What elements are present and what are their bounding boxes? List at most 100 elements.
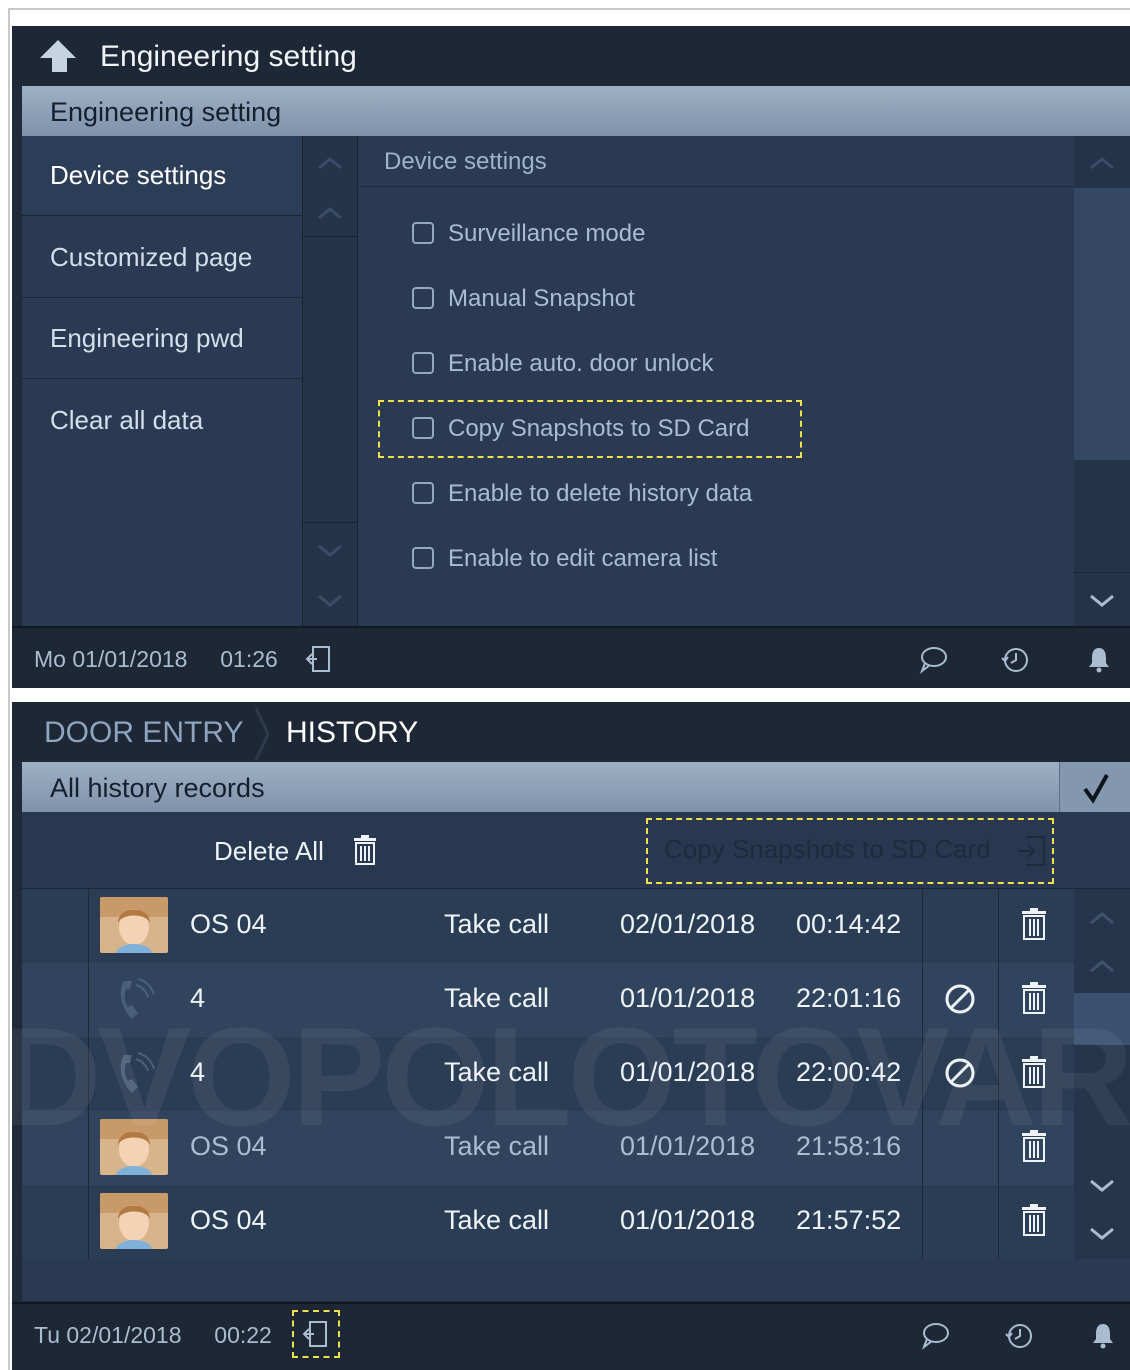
nav-item-customized-page[interactable]: Customized page bbox=[22, 218, 302, 298]
status-time: 01:26 bbox=[220, 646, 278, 672]
column-divider bbox=[88, 889, 89, 1259]
record-time: 22:01:16 bbox=[796, 983, 902, 1013]
record-action: Take call bbox=[444, 1131, 550, 1161]
section-header-label: Engineering setting bbox=[50, 97, 282, 127]
page-title: Engineering setting bbox=[100, 40, 357, 73]
status-bar: Tu 02/01/2018 00:22 bbox=[12, 1302, 1130, 1370]
chevron-down-icon[interactable] bbox=[317, 594, 343, 608]
column-divider bbox=[922, 889, 923, 1259]
door-exit-icon[interactable] bbox=[301, 1319, 331, 1349]
nav-item-device-settings[interactable]: Device settings bbox=[22, 136, 302, 216]
chevron-up-icon[interactable] bbox=[317, 206, 343, 220]
chevron-up-icon[interactable] bbox=[1089, 959, 1115, 973]
message-icon[interactable] bbox=[920, 1320, 950, 1350]
content-title: Device settings bbox=[384, 148, 547, 175]
status-bar: Mo 01/01/2018 01:26 bbox=[12, 626, 1130, 688]
checkbox[interactable] bbox=[412, 547, 434, 569]
history-row[interactable]: OS 04 Take call 01/01/2018 21:58:16 bbox=[22, 1111, 1074, 1185]
trash-icon[interactable] bbox=[1020, 1055, 1048, 1089]
record-time: 21:58:16 bbox=[796, 1131, 902, 1161]
caller-name: OS 04 bbox=[190, 909, 267, 939]
status-date: 01/01/2018 bbox=[72, 646, 188, 672]
confirm-button[interactable] bbox=[1059, 762, 1130, 812]
trash-icon[interactable] bbox=[1020, 1129, 1048, 1163]
delete-all-button[interactable]: Delete All bbox=[22, 812, 402, 888]
option-label: Surveillance mode bbox=[448, 220, 646, 247]
nav-item-label: Clear all data bbox=[50, 405, 204, 435]
status-day: Mo bbox=[34, 646, 66, 672]
record-date: 01/01/2018 bbox=[620, 1131, 756, 1161]
bell-icon[interactable] bbox=[1084, 644, 1114, 674]
door-exit-icon[interactable] bbox=[304, 644, 334, 674]
scrollbar-thumb[interactable] bbox=[1074, 188, 1130, 460]
history-row[interactable]: 4 Take call 01/01/2018 22:00:42 bbox=[22, 1037, 1074, 1111]
checkbox[interactable] bbox=[412, 482, 434, 504]
chevron-up-icon[interactable] bbox=[317, 156, 343, 170]
record-date: 01/01/2018 bbox=[620, 1205, 756, 1235]
record-date: 01/01/2018 bbox=[620, 1057, 756, 1087]
caller-name: 4 bbox=[190, 1057, 206, 1087]
engineering-setting-screen: Engineering setting Engineering setting … bbox=[12, 26, 1130, 688]
history-row[interactable]: 4 Take call 01/01/2018 22:01:16 bbox=[22, 963, 1074, 1037]
list-footer-space bbox=[22, 1259, 1130, 1301]
device-settings-panel: Device settings Surveillance mode Manual… bbox=[358, 136, 1074, 626]
back-arrow-icon[interactable] bbox=[38, 38, 78, 74]
record-date: 01/01/2018 bbox=[620, 983, 756, 1013]
list-scrollbar[interactable] bbox=[1074, 889, 1130, 1259]
record-action: Take call bbox=[444, 1057, 550, 1087]
breadcrumb-history: HISTORY bbox=[286, 716, 419, 749]
status-day: Tu bbox=[34, 1322, 60, 1348]
door-entry-history-screen: DOOR ENTRY HISTORY All history records D… bbox=[12, 702, 1130, 1370]
trash-icon[interactable] bbox=[1020, 907, 1048, 941]
snapshot-thumbnail[interactable] bbox=[100, 1119, 168, 1175]
breadcrumb-door-entry[interactable]: DOOR ENTRY bbox=[44, 716, 243, 750]
history-clock-icon[interactable] bbox=[1004, 1320, 1034, 1350]
chevron-down-icon[interactable] bbox=[1089, 1227, 1115, 1241]
section-header: Engineering setting bbox=[22, 86, 1130, 136]
chevron-down-icon[interactable] bbox=[1089, 594, 1115, 608]
nav-scroll-column bbox=[302, 136, 358, 626]
checkbox[interactable] bbox=[412, 287, 434, 309]
status-date: 02/01/2018 bbox=[66, 1322, 182, 1348]
nav-item-engineering-pwd[interactable]: Engineering pwd bbox=[22, 299, 302, 379]
content-scrollbar[interactable] bbox=[1074, 136, 1130, 626]
record-time: 00:14:42 bbox=[796, 909, 902, 939]
breadcrumb-separator bbox=[254, 707, 270, 761]
scrollbar-thumb[interactable] bbox=[1074, 993, 1130, 1045]
history-clock-icon[interactable] bbox=[1000, 644, 1030, 674]
caller-name: OS 04 bbox=[190, 1205, 267, 1235]
checkbox[interactable] bbox=[412, 222, 434, 244]
section-header-label: All history records bbox=[50, 773, 265, 803]
option-label: Manual Snapshot bbox=[448, 285, 635, 312]
nav-item-clear-all-data[interactable]: Clear all data bbox=[22, 381, 302, 461]
phone-call-icon bbox=[120, 978, 155, 1019]
record-action: Take call bbox=[444, 909, 550, 939]
section-header: All history records bbox=[22, 762, 1060, 812]
highlight-box bbox=[646, 818, 1054, 884]
caller-name: 4 bbox=[190, 983, 206, 1013]
option-label: Enable to edit camera list bbox=[448, 545, 718, 572]
checkbox[interactable] bbox=[412, 352, 434, 374]
content-header: Device settings bbox=[358, 136, 1074, 187]
record-action: Take call bbox=[444, 983, 550, 1013]
status-time: 00:22 bbox=[214, 1322, 272, 1348]
chevron-up-icon[interactable] bbox=[1089, 911, 1115, 925]
record-time: 22:00:42 bbox=[796, 1057, 902, 1087]
history-list: OS 04 Take call 02/01/2018 00:14:42 4 Ta… bbox=[22, 889, 1074, 1259]
snapshot-thumbnail[interactable] bbox=[100, 897, 168, 953]
trash-icon[interactable] bbox=[1020, 981, 1048, 1015]
chevron-up-icon[interactable] bbox=[1089, 156, 1115, 170]
nav-item-label: Engineering pwd bbox=[50, 323, 244, 353]
snapshot-thumbnail[interactable] bbox=[100, 1193, 168, 1249]
record-action: Take call bbox=[444, 1205, 550, 1235]
caller-name: OS 04 bbox=[190, 1131, 267, 1161]
chevron-down-icon[interactable] bbox=[317, 544, 343, 558]
trash-icon bbox=[354, 835, 376, 865]
trash-icon[interactable] bbox=[1020, 1203, 1048, 1237]
chevron-down-icon[interactable] bbox=[1089, 1179, 1115, 1193]
bell-icon[interactable] bbox=[1088, 1320, 1118, 1350]
history-row[interactable]: OS 04 Take call 02/01/2018 00:14:42 bbox=[22, 889, 1074, 963]
column-divider bbox=[998, 889, 999, 1259]
history-row[interactable]: OS 04 Take call 01/01/2018 21:57:52 bbox=[22, 1185, 1074, 1259]
message-icon[interactable] bbox=[918, 644, 948, 674]
